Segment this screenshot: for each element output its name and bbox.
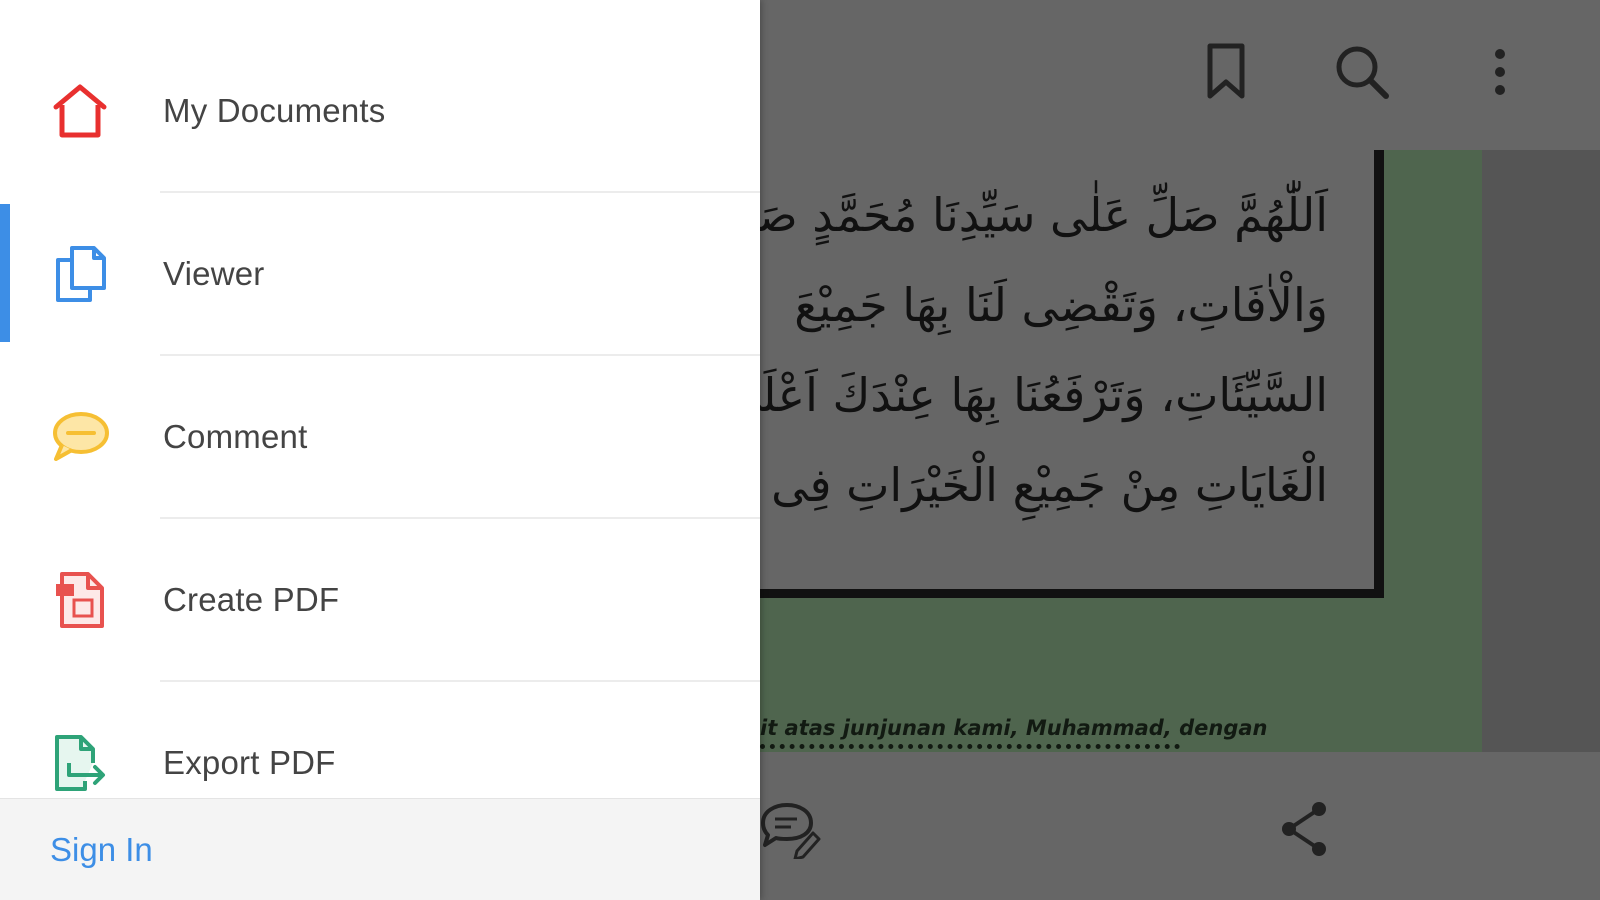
- comment-bubble-icon: [48, 405, 112, 469]
- home-icon: [48, 79, 112, 143]
- bookmark-icon[interactable]: [1196, 42, 1256, 102]
- document-page: اَللّٰهُمَّ صَلِّ عَلٰى سَيِّدِنَا مُحَم…: [760, 150, 1482, 752]
- more-vert-icon[interactable]: [1470, 42, 1530, 102]
- nav-item-create-pdf[interactable]: Create PDF: [0, 519, 760, 681]
- translation-caption: it atas junjunan kami, Muhammad, dengan: [760, 716, 1268, 740]
- sign-in-link[interactable]: Sign In: [50, 831, 153, 869]
- export-pdf-icon: [48, 731, 112, 795]
- arabic-line: السَّيِّئَاتِ، وَتَرْفَعُنَا بِهَا عِنْد…: [760, 368, 1328, 422]
- arabic-line: وَالْاٰفَاتِ، وَتَقْضِى لَنَا بِهَا جَمِ…: [794, 278, 1328, 332]
- nav-item-label: Export PDF: [163, 744, 336, 781]
- bottom-toolbar: [760, 752, 1600, 900]
- nav-item-label: Create PDF: [163, 581, 340, 618]
- document-page-area[interactable]: اَللّٰهُمَّ صَلِّ عَلٰى سَيِّدِنَا مُحَم…: [760, 150, 1600, 752]
- arabic-line: الْغَايَاتِ مِنْ جَمِيْعِ الْخَيْرَاتِ ف…: [760, 458, 1328, 512]
- nav-item-viewer[interactable]: Viewer: [0, 193, 760, 355]
- nav-item-label: Comment: [163, 418, 308, 455]
- search-icon[interactable]: [1332, 42, 1392, 102]
- top-toolbar: [760, 0, 1600, 150]
- app-screen: اَللّٰهُمَّ صَلِّ عَلٰى سَيِّدِنَا مُحَم…: [0, 0, 1600, 900]
- arabic-text-frame: اَللّٰهُمَّ صَلِّ عَلٰى سَيِّدِنَا مُحَم…: [760, 150, 1384, 598]
- nav-item-label: Viewer: [163, 255, 265, 292]
- documents-icon: [48, 242, 112, 306]
- caption-continuation: [760, 744, 1180, 752]
- sign-in-bar: Sign In: [0, 798, 760, 900]
- nav-item-comment[interactable]: Comment: [0, 356, 760, 518]
- nav-item-my-documents[interactable]: My Documents: [0, 30, 760, 192]
- comment-edit-icon[interactable]: [754, 794, 824, 864]
- navigation-drawer: My Documents Viewer Comment Create PDF E…: [0, 0, 760, 900]
- share-icon[interactable]: [1270, 794, 1340, 864]
- nav-item-label: My Documents: [163, 92, 386, 129]
- arabic-line: اَللّٰهُمَّ صَلِّ عَلٰى سَيِّدِنَا مُحَم…: [760, 188, 1328, 242]
- create-pdf-icon: [48, 568, 112, 632]
